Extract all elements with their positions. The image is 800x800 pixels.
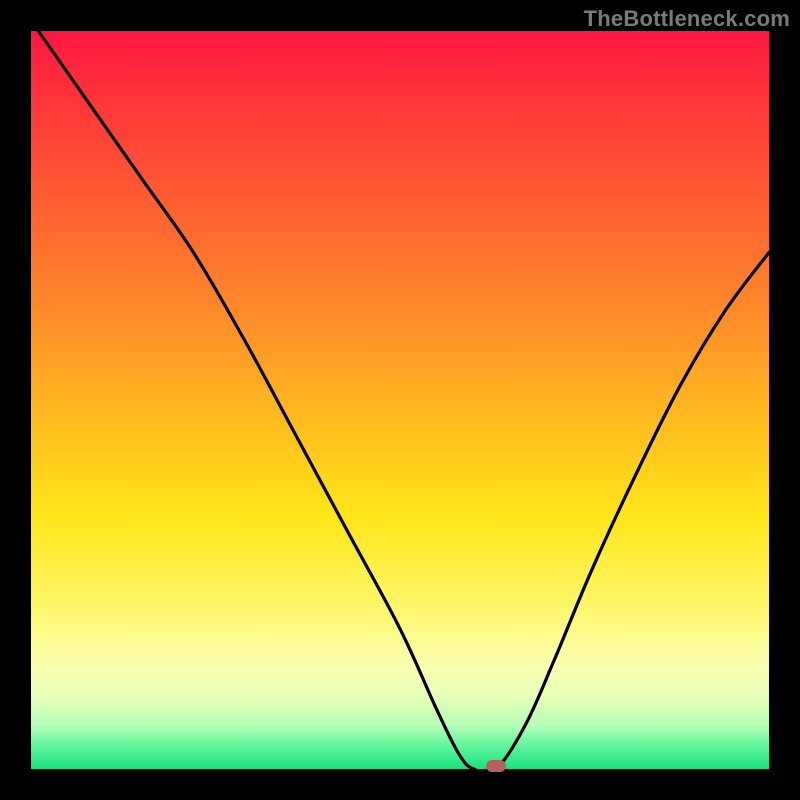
optimal-point-marker [486, 760, 506, 772]
bottleneck-curve [31, 31, 769, 769]
curve-path [38, 31, 769, 773]
chart-frame: TheBottleneck.com [0, 0, 800, 800]
plot-area [31, 31, 769, 769]
watermark-text: TheBottleneck.com [584, 6, 790, 32]
